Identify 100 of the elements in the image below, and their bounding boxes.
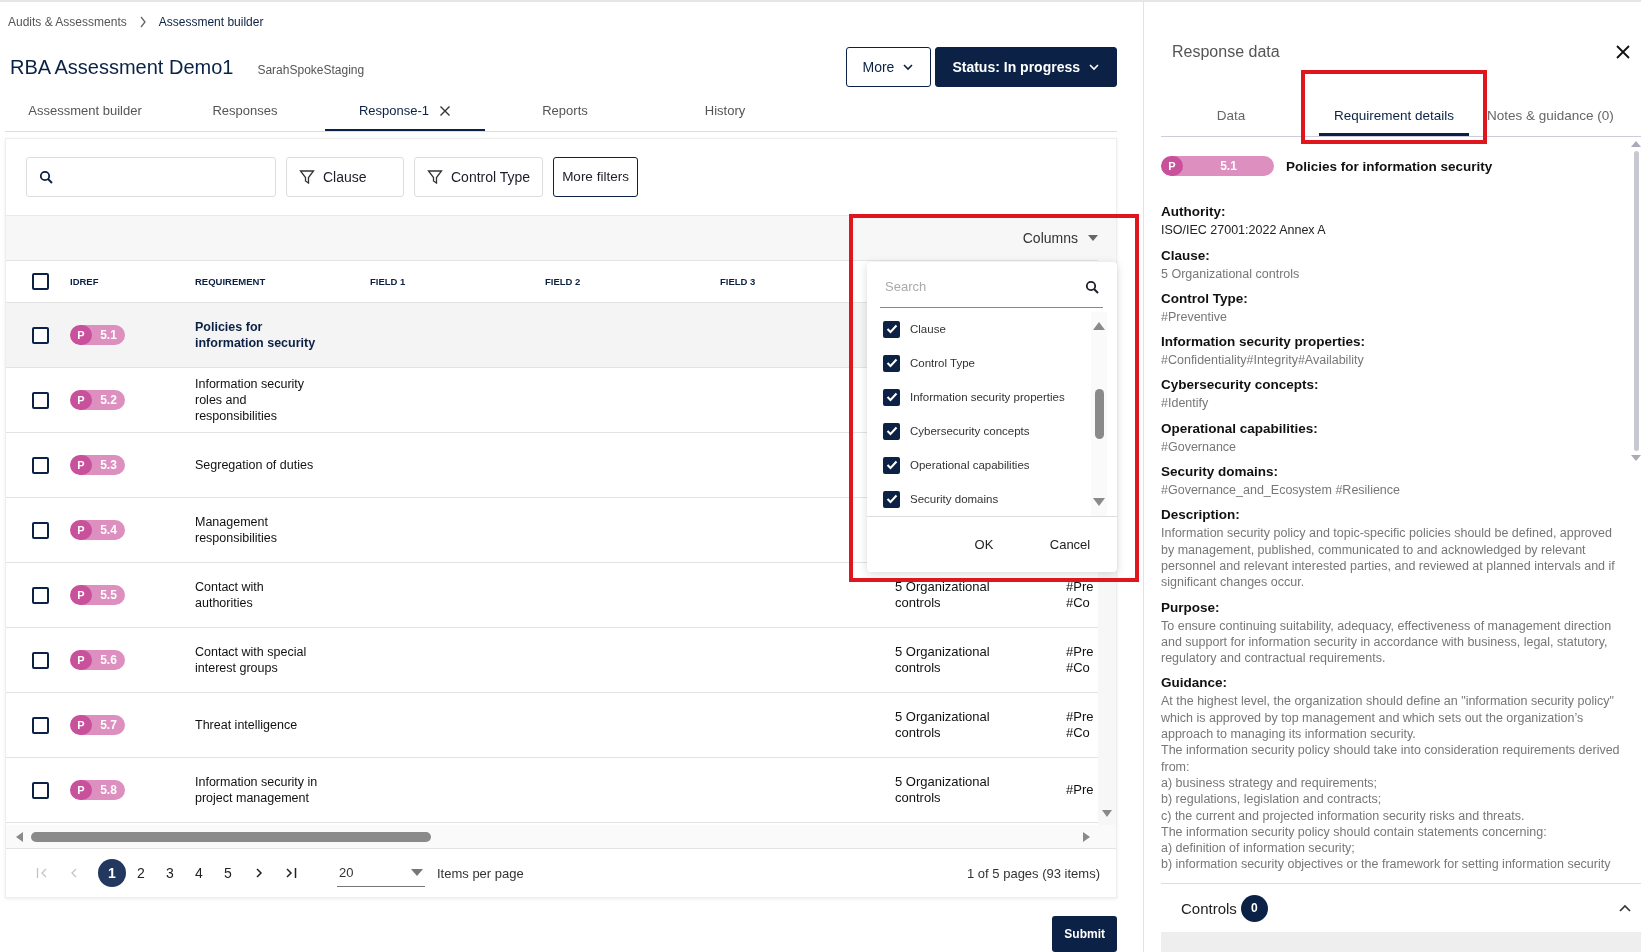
id-tag: P 5.3 xyxy=(70,455,125,476)
caret-down-icon xyxy=(411,869,423,877)
scrollbar-thumb[interactable] xyxy=(1633,151,1639,452)
menu-button[interactable]: OK xyxy=(949,536,1019,553)
checkbox[interactable] xyxy=(883,422,900,440)
page-title: RBA Assessment Demo1 xyxy=(10,55,234,79)
tab[interactable]: Responses xyxy=(165,92,325,131)
field-value: a) definition of information security; xyxy=(1161,840,1356,857)
tab[interactable]: Response-1 xyxy=(325,92,485,131)
requirement-text: Management responsibilities xyxy=(195,514,278,547)
column-header[interactable]: FIELD 1 xyxy=(370,276,538,288)
field-value: b) regulations, legislation and contracts; xyxy=(1161,791,1383,808)
row-checkbox[interactable] xyxy=(32,391,49,409)
row-checkbox[interactable] xyxy=(32,781,49,799)
checkbox[interactable] xyxy=(883,456,900,474)
control-type-text: #Pre xyxy=(1066,709,1095,726)
clause-text: 5 Organizational controls xyxy=(895,644,991,677)
caret-down-icon xyxy=(1093,498,1105,506)
row-checkbox[interactable] xyxy=(32,521,49,539)
column-option[interactable]: Control Type xyxy=(910,357,975,369)
page-button[interactable]: 2 xyxy=(127,859,155,888)
checkbox[interactable] xyxy=(883,320,900,338)
field-label: Information security properties: xyxy=(1161,333,1367,352)
tab[interactable]: History xyxy=(645,92,805,131)
field-label: Authority: xyxy=(1161,203,1227,222)
menu-scrollbar[interactable] xyxy=(1091,312,1107,516)
control-type-text: #Pre xyxy=(1066,579,1095,596)
tab[interactable]: Requirement details xyxy=(1319,95,1469,137)
field-value: #Governance xyxy=(1161,438,1238,456)
row-checkbox[interactable] xyxy=(32,586,49,604)
column-header[interactable]: FIELD 2 xyxy=(545,276,713,288)
caret-left-icon xyxy=(16,831,23,842)
funnel-icon xyxy=(299,168,315,185)
tab[interactable]: Notes & guidance (0) xyxy=(1487,95,1637,137)
search-icon xyxy=(39,169,53,184)
page-button[interactable]: 3 xyxy=(156,859,184,888)
tab[interactable]: Data xyxy=(1161,95,1301,137)
row-checkbox[interactable] xyxy=(32,716,49,734)
field-value: #Identify xyxy=(1161,395,1210,412)
filter-button[interactable]: Clause xyxy=(286,156,404,197)
more-dropdown[interactable]: More xyxy=(845,47,932,87)
scrollbar-thumb[interactable] xyxy=(1094,389,1104,439)
id-tag: P 5.5 xyxy=(70,585,125,606)
page-button[interactable]: 5 xyxy=(214,859,242,888)
field-value: Information security policy and topic-specific policies should be defined, approved by management, published, communicated to and acknowledged by relevant personnel and relevant interested parties, and reviewed at planned intervals and if significant changes occur. xyxy=(1161,525,1616,591)
page-button[interactable]: 1 xyxy=(98,859,126,888)
column-option[interactable]: Operational capabilities xyxy=(910,459,1030,471)
section-title: Controls xyxy=(1181,899,1237,917)
field-value: At the highest level, the organization should define an "information security policy" which is approved by top management and which sets out the organization’s approach to managing its information security. xyxy=(1161,693,1615,743)
columns-dropdown[interactable]: Columns xyxy=(1016,229,1104,247)
page-summary: 1 of 5 pages (93 items) xyxy=(967,865,1100,881)
tab[interactable]: Assessment builder xyxy=(5,92,165,131)
requirement-text: Contact with authorities xyxy=(195,579,265,612)
breadcrumb-link[interactable]: Assessment builder xyxy=(158,15,264,29)
row-checkbox[interactable] xyxy=(32,651,49,669)
row-checkbox[interactable] xyxy=(32,456,49,474)
search-field[interactable] xyxy=(26,156,276,197)
funnel-icon xyxy=(427,168,443,185)
submit-button[interactable]: Submit xyxy=(1052,916,1117,952)
column-header[interactable]: REQUIREMENT xyxy=(195,276,363,288)
chevron-down-icon xyxy=(902,61,915,73)
field-label: Security domains: xyxy=(1161,463,1280,482)
field-value: 5 Organizational controls xyxy=(1161,265,1301,282)
tab[interactable]: Reports xyxy=(485,92,645,131)
control-type-text: #Co xyxy=(1066,725,1091,742)
id-tag: P 5.6 xyxy=(70,650,125,671)
checkbox[interactable] xyxy=(883,354,900,372)
column-option[interactable]: Information security properties xyxy=(910,391,1065,403)
id-tag: P 5.8 xyxy=(70,780,125,801)
field-label: Description: xyxy=(1161,506,1241,525)
id-tag: P 5.1 xyxy=(70,325,125,346)
close-icon xyxy=(1616,44,1630,59)
row-checkbox[interactable] xyxy=(32,326,49,344)
filter-button[interactable]: Control Type xyxy=(414,156,544,197)
field-label: Clause: xyxy=(1161,246,1211,265)
more-filters-button[interactable]: More filters xyxy=(553,156,638,197)
scrollbar-thumb[interactable] xyxy=(31,831,431,842)
field-label: Guidance: xyxy=(1161,674,1228,693)
items-per-page-select[interactable]: 20 xyxy=(337,859,425,888)
control-type-text: #Pre xyxy=(1066,782,1095,799)
requirement-text: Contact with special interest groups xyxy=(195,644,308,677)
caret-up-icon xyxy=(1631,141,1641,148)
select-all-checkbox[interactable] xyxy=(32,273,49,291)
field-label: Purpose: xyxy=(1161,598,1221,617)
search-icon xyxy=(1085,279,1099,294)
column-header[interactable]: IDREF xyxy=(70,276,188,288)
column-option[interactable]: Clause xyxy=(910,323,946,335)
chevron-right-icon xyxy=(255,868,263,879)
count-badge: 0 xyxy=(1240,894,1268,922)
checkbox[interactable] xyxy=(883,388,900,406)
field-value: ISO/IEC 27001:2022 Annex A xyxy=(1161,222,1327,239)
chevron-left-icon xyxy=(70,868,78,879)
checkbox[interactable] xyxy=(883,490,900,508)
status-dropdown[interactable]: Status: In progress xyxy=(935,47,1117,87)
caret-up-icon xyxy=(1093,322,1105,330)
clause-text: 5 Organizational controls xyxy=(895,709,991,742)
breadcrumb-link[interactable]: Audits & Assessments xyxy=(8,15,127,29)
field-label: Cybersecurity concepts: xyxy=(1161,376,1320,395)
page-button[interactable]: 4 xyxy=(185,859,213,888)
field-value: The information security policy should take into consideration requirements derived from: xyxy=(1161,742,1621,775)
